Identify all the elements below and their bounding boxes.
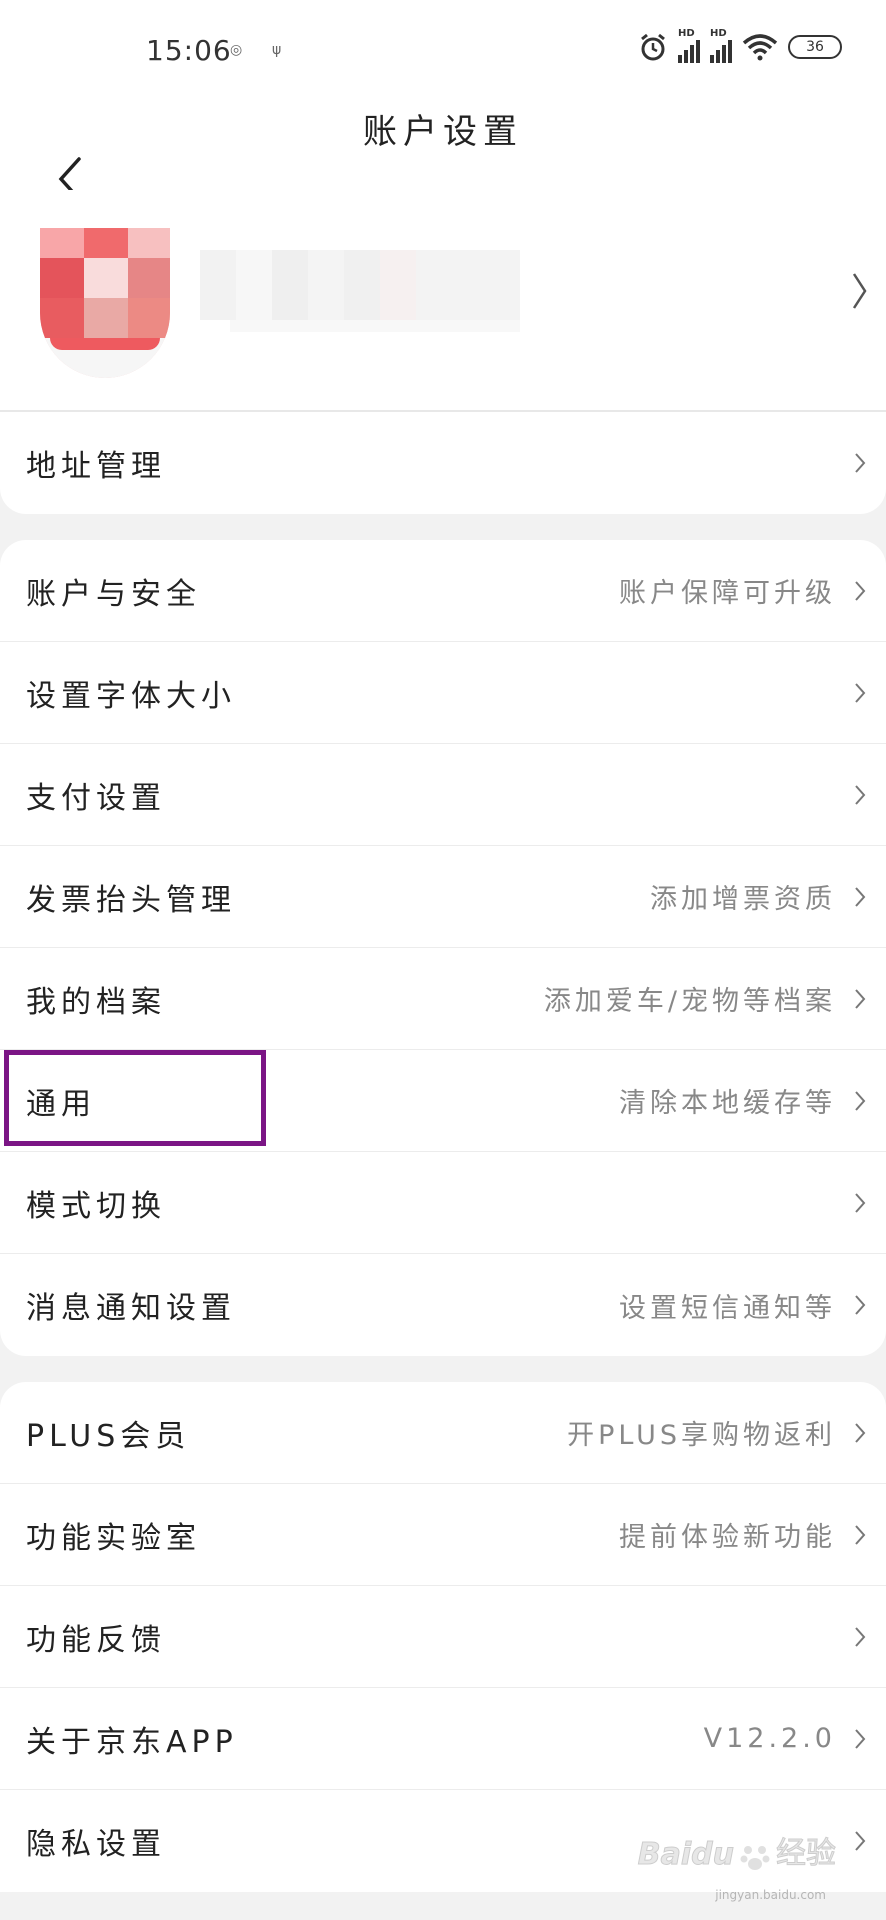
signal-icon-2: HD xyxy=(710,28,732,63)
watermark: Baidu 经验 xyxy=(637,1828,837,1873)
row-label: 我的档案 xyxy=(26,984,166,1020)
settings-row-feedback[interactable]: 功能反馈 xyxy=(0,1586,886,1688)
status-time: 15:06 xyxy=(146,34,232,67)
row-label: 功能实验室 xyxy=(26,1520,201,1556)
chevron-right-icon xyxy=(855,683,866,703)
row-value: 添加爱车/宠物等档案 xyxy=(543,986,836,1017)
chevron-right-icon xyxy=(855,887,866,907)
row-label: PLUS会员 xyxy=(26,1418,191,1454)
settings-row-address[interactable]: 地址管理 xyxy=(0,412,886,514)
row-value: 提前体验新功能 xyxy=(619,1522,836,1553)
avatar xyxy=(40,228,170,378)
chevron-right-icon xyxy=(855,1295,866,1315)
chevron-right-icon xyxy=(855,453,866,473)
chevron-right-icon xyxy=(852,273,867,309)
row-value: 账户保障可升级 xyxy=(619,578,836,609)
chevron-right-icon xyxy=(855,1525,866,1545)
settings-group-account: 账户与安全 账户保障可升级 设置字体大小 支付设置 发票抬头管理 添加增票资质 … xyxy=(0,540,886,1356)
watermark-brand: Baidu xyxy=(637,1837,734,1873)
row-label: 隐私设置 xyxy=(26,1827,166,1862)
row-label: 设置字体大小 xyxy=(26,678,236,714)
page-title: 账户设置 xyxy=(363,112,523,152)
settings-row-labs[interactable]: 功能实验室 提前体验新功能 xyxy=(0,1484,886,1586)
chevron-right-icon xyxy=(855,785,866,805)
settings-row-account-security[interactable]: 账户与安全 账户保障可升级 xyxy=(0,540,886,642)
usb-icon: ψ xyxy=(272,42,282,58)
settings-row-mode-switch[interactable]: 模式切换 xyxy=(0,1152,886,1254)
status-bar: 15:06 ◎ ψ HD HD 36 xyxy=(0,0,886,104)
alarm-icon xyxy=(641,33,665,60)
settings-row-font-size[interactable]: 设置字体大小 xyxy=(0,642,886,744)
row-label: 账户与安全 xyxy=(26,576,201,612)
settings-row-about-app[interactable]: 关于京东APP V12.2.0 xyxy=(0,1688,886,1790)
paw-icon xyxy=(740,1846,770,1870)
settings-row-plus-member[interactable]: PLUS会员 开PLUS享购物返利 xyxy=(0,1382,886,1484)
settings-row-invoice[interactable]: 发票抬头管理 添加增票资质 xyxy=(0,846,886,948)
watermark-suffix: 经验 xyxy=(776,1836,837,1872)
row-label: 关于京东APP xyxy=(26,1724,238,1760)
row-value: 设置短信通知等 xyxy=(619,1292,836,1324)
row-value: 开PLUS享购物返利 xyxy=(567,1420,836,1451)
chevron-right-icon xyxy=(855,989,866,1009)
battery-icon: 36 xyxy=(788,34,842,59)
notification-icon: ◎ xyxy=(230,42,243,58)
chevron-right-icon xyxy=(855,581,866,601)
row-label: 功能反馈 xyxy=(26,1622,166,1658)
settings-row-my-profile[interactable]: 我的档案 添加爱车/宠物等档案 xyxy=(0,948,886,1050)
settings-group-about: PLUS会员 开PLUS享购物返利 功能实验室 提前体验新功能 功能反馈 关于京… xyxy=(0,1382,886,1892)
row-label: 发票抬头管理 xyxy=(26,882,236,918)
chevron-right-icon xyxy=(855,1627,866,1647)
chevron-right-icon xyxy=(855,1091,866,1111)
username-blurred xyxy=(200,250,520,332)
signal-icon-1: HD xyxy=(678,28,700,63)
row-label: 模式切换 xyxy=(26,1188,166,1224)
status-icons: HD HD 36 xyxy=(638,28,842,63)
wifi-icon xyxy=(742,33,778,60)
row-label: 消息通知设置 xyxy=(26,1291,236,1326)
row-value: V12.2.0 xyxy=(703,1723,836,1754)
settings-row-notifications[interactable]: 消息通知设置 设置短信通知等 xyxy=(0,1254,886,1356)
chevron-right-icon xyxy=(855,1729,866,1749)
row-label: 地址管理 xyxy=(26,449,166,484)
chevron-right-icon xyxy=(855,1831,866,1851)
row-label: 支付设置 xyxy=(26,780,166,816)
settings-row-payment[interactable]: 支付设置 xyxy=(0,744,886,846)
row-value: 清除本地缓存等 xyxy=(619,1088,836,1119)
row-value: 添加增票资质 xyxy=(650,884,836,915)
highlight-box xyxy=(4,1050,266,1146)
chevron-right-icon xyxy=(855,1193,866,1213)
settings-group-address: 地址管理 xyxy=(0,410,886,514)
profile-card[interactable] xyxy=(0,190,886,410)
watermark-url: jingyan.baidu.com xyxy=(715,1888,826,1902)
chevron-right-icon xyxy=(855,1423,866,1443)
